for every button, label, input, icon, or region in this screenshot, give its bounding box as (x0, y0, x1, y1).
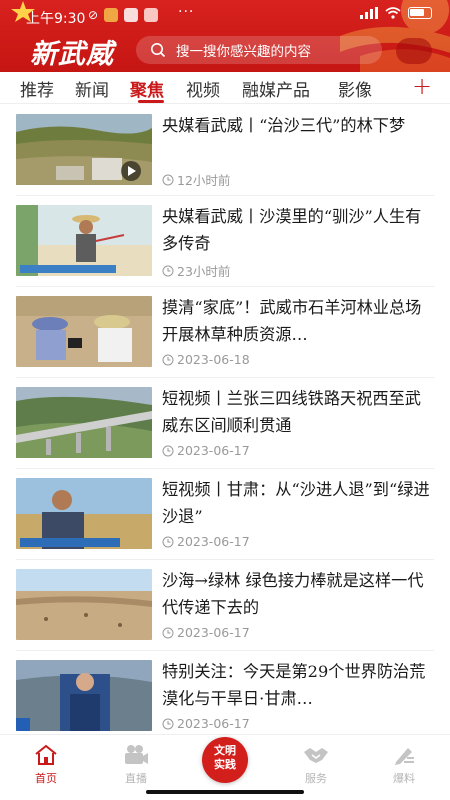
nav-live-label: 直播 (125, 772, 147, 785)
app-notification-icon (124, 8, 139, 22)
clock-icon (162, 718, 174, 729)
news-time-text: 2023-06-18 (177, 352, 250, 367)
home-indicator[interactable] (146, 790, 304, 794)
news-time-text: 2023-06-17 (177, 625, 250, 640)
news-title: 短视频丨甘肃：从“沙进人退”到“绿进沙退” (162, 480, 430, 526)
news-time-text: 12小时前 (177, 173, 231, 188)
nav-report[interactable]: 爆料 (374, 743, 434, 786)
nav-service-label: 服务 (305, 772, 327, 785)
add-channel-button[interactable]: + (412, 72, 432, 100)
news-thumbnail (16, 296, 152, 367)
app-logo: 新武威 (30, 39, 114, 70)
link-icon: ⊘ (88, 8, 99, 22)
clock-icon (162, 536, 174, 547)
camera-icon (125, 745, 148, 764)
tab-focus[interactable]: 聚焦 (130, 76, 164, 101)
news-item[interactable]: 短视频丨甘肃：从“沙进人退”到“绿进沙退” 2023-06-17 (16, 468, 434, 558)
news-thumbnail (16, 114, 152, 185)
active-tab-indicator (138, 100, 164, 103)
news-time-text: 23小时前 (177, 264, 231, 279)
app-header: 上午9:30 ⊘ ··· 新武威 搜一搜你感兴趣的内容 (0, 0, 450, 72)
news-time-text: 2023-06-17 (177, 443, 250, 458)
news-time: 2023-06-17 (162, 443, 250, 458)
tab-media-products[interactable]: 融媒产品 (242, 76, 310, 101)
news-item[interactable]: 沙海→绿林 绿色接力棒就是这样一代代传递下去的 2023-06-17 (16, 559, 434, 649)
user-avatar[interactable] (396, 38, 432, 64)
news-title: 央媒看武威丨沙漠里的“驯沙”人生有多传奇 (162, 207, 422, 253)
news-thumbnail (16, 569, 152, 640)
news-title: 央媒看武威丨“治沙三代”的林下梦 (162, 116, 406, 135)
notification-icons: ⊘ (88, 8, 159, 22)
overflow-indicator: ··· (178, 4, 195, 20)
channel-tabs: 推荐 新闻 聚焦 视频 融媒产品 影像 + (0, 72, 450, 104)
status-bar: 上午9:30 ⊘ ··· (0, 0, 450, 30)
news-item[interactable]: 摸清“家底”！武威市石羊河林业总场开展林草种质资源… 2023-06-18 (16, 286, 434, 376)
news-item[interactable]: 央媒看武威丨沙漠里的“驯沙”人生有多传奇 23小时前 (16, 195, 434, 285)
center-badge-label: 文明实践 (214, 744, 236, 771)
news-thumbnail (16, 387, 152, 458)
news-thumbnail (16, 660, 152, 731)
clock-icon (162, 354, 174, 365)
news-time-text: 2023-06-17 (177, 534, 250, 549)
nav-home-label: 首页 (35, 772, 57, 785)
search-icon (151, 43, 166, 58)
news-title: 特别关注：今天是第29个世界防治荒漠化与干旱日·甘肃… (162, 662, 426, 708)
news-time: 2023-06-17 (162, 716, 250, 731)
tab-news[interactable]: 新闻 (75, 76, 109, 101)
news-time: 2023-06-18 (162, 352, 250, 367)
news-time: 2023-06-17 (162, 625, 250, 640)
home-icon (35, 744, 57, 765)
news-title: 短视频丨兰张三四线铁路天祝西至武威东区间顺利贯通 (162, 389, 421, 435)
clock-icon (162, 627, 174, 638)
app-notification-icon (104, 8, 119, 22)
clock-icon (162, 174, 174, 185)
battery-icon (408, 7, 432, 19)
status-time: 上午9:30 (26, 11, 86, 27)
civilization-practice-button[interactable]: 文明实践 (202, 737, 248, 783)
news-time: 2023-06-17 (162, 534, 250, 549)
edit-icon (395, 748, 414, 765)
nav-live[interactable]: 直播 (106, 743, 166, 786)
wifi-icon (385, 7, 401, 19)
handshake-icon (304, 748, 328, 763)
search-bar[interactable]: 搜一搜你感兴趣的内容 (136, 36, 382, 64)
news-title: 摸清“家底”！武威市石羊河林业总场开展林草种质资源… (162, 298, 422, 344)
clock-icon (162, 445, 174, 456)
clock-icon (162, 265, 174, 276)
nav-home[interactable]: 首页 (16, 743, 76, 786)
news-time: 12小时前 (162, 170, 230, 189)
app-notification-icon (144, 8, 159, 22)
news-thumbnail (16, 478, 152, 549)
news-item[interactable]: 特别关注：今天是第29个世界防治荒漠化与干旱日·甘肃… 2023-06-17 (16, 650, 434, 740)
nav-service[interactable]: 服务 (286, 743, 346, 786)
news-item[interactable]: 央媒看武威丨“治沙三代”的林下梦 12小时前 (16, 104, 434, 194)
news-time: 23小时前 (162, 261, 230, 280)
video-play-icon (121, 161, 141, 181)
news-thumbnail (16, 205, 152, 276)
tab-video[interactable]: 视频 (186, 76, 220, 101)
search-placeholder: 搜一搜你感兴趣的内容 (176, 44, 311, 60)
news-time-text: 2023-06-17 (177, 716, 250, 731)
news-title: 沙海→绿林 绿色接力棒就是这样一代代传递下去的 (162, 571, 424, 617)
nav-report-label: 爆料 (393, 772, 415, 785)
news-item[interactable]: 短视频丨兰张三四线铁路天祝西至武威东区间顺利贯通 2023-06-17 (16, 377, 434, 467)
signal-icon (360, 7, 378, 19)
tab-images[interactable]: 影像 (338, 76, 372, 101)
tab-recommend[interactable]: 推荐 (20, 76, 54, 101)
